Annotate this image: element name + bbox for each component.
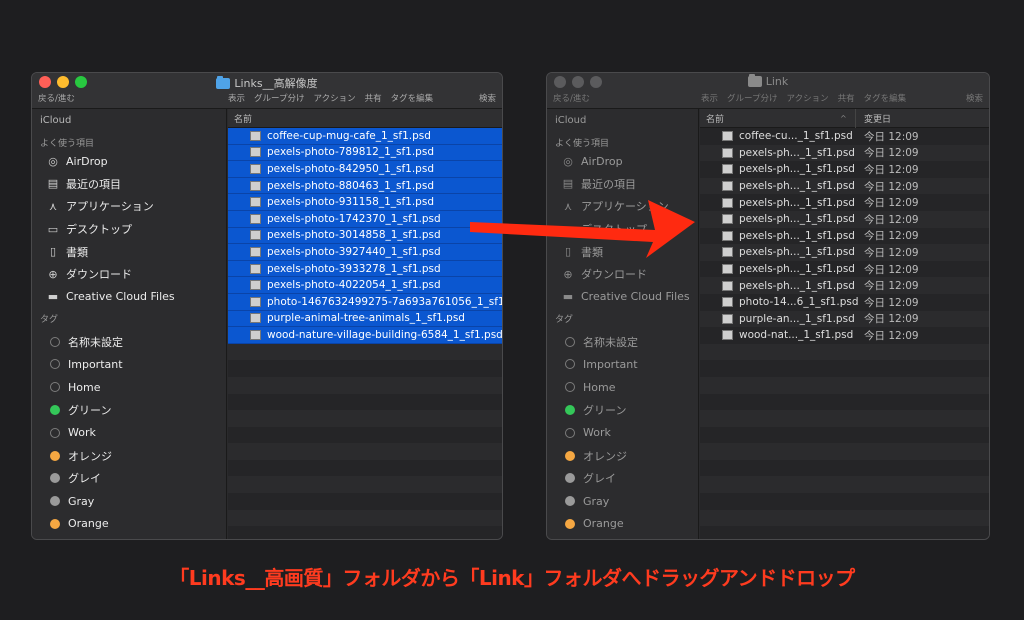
instruction-caption: 「Links__高画質」フォルダから「Link」フォルダへドラッグアンドドロップ (169, 566, 855, 590)
drag-arrow (470, 200, 695, 258)
drag-arrow-shape (470, 200, 695, 258)
